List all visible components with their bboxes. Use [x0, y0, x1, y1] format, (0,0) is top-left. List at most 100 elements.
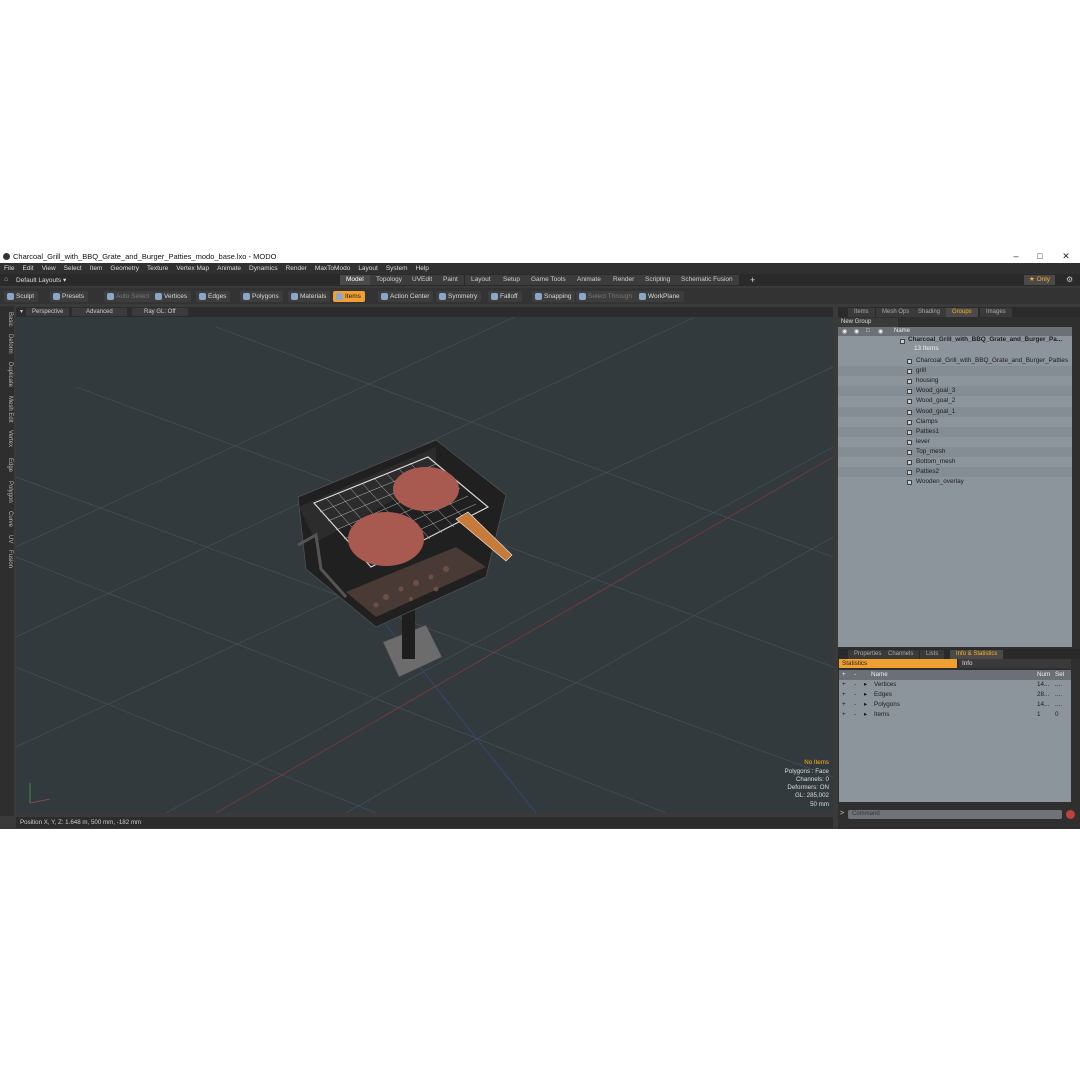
tab-setup[interactable]: Setup	[497, 275, 527, 285]
left-tab-curve[interactable]: Curve	[1, 508, 13, 530]
menu-edit[interactable]: Edit	[18, 263, 37, 274]
tab-uvedit[interactable]: UVEdit	[406, 275, 440, 285]
group-item-row[interactable]: Patties2	[838, 467, 1072, 478]
left-tab-edge[interactable]: Edge	[1, 454, 13, 476]
left-tab-basic[interactable]: Basic	[1, 308, 13, 330]
group-item-row[interactable]: Bottom_mesh	[838, 457, 1072, 467]
collapse-icon[interactable]: -	[854, 700, 856, 710]
statistics-row[interactable]: + - ▸ Polygons 14.......	[839, 700, 1071, 710]
left-tab-fusion[interactable]: Fusion	[1, 548, 13, 570]
menu-render[interactable]: Render	[282, 263, 311, 274]
collapse-icon[interactable]: -	[854, 690, 856, 700]
group-item-row[interactable]: Charcoal_Grill_with_BBQ_Grate_and_Burger…	[838, 356, 1072, 366]
menu-dynamics[interactable]: Dynamics	[245, 263, 282, 274]
ray-gl-dropdown[interactable]: Ray GL: Off	[132, 308, 188, 316]
stats-tab-lists[interactable]: Lists	[920, 650, 945, 659]
select-icon[interactable]: ◉	[878, 328, 883, 335]
toolbar-select-through[interactable]: Select Through	[576, 291, 636, 302]
perspective-dropdown[interactable]: Perspective	[26, 308, 70, 316]
menu-view[interactable]: View	[38, 263, 60, 274]
group-item-row[interactable]: Top_mesh	[838, 446, 1072, 457]
tab-animate[interactable]: Animate	[571, 275, 608, 285]
statistics-row[interactable]: + - ▸ Vertices 14.......	[839, 680, 1071, 690]
menu-item[interactable]: Item	[86, 263, 107, 274]
menu-select[interactable]: Select	[60, 263, 86, 274]
default-layouts-dropdown[interactable]: Default Layouts ▾	[16, 276, 66, 284]
tab-topology[interactable]: Topology	[370, 275, 410, 285]
group-item-row[interactable]: Patties1	[838, 426, 1072, 437]
render-icon[interactable]: □	[866, 328, 870, 334]
viewport-menu-icon[interactable]: ▾	[18, 308, 25, 316]
menu-animate[interactable]: Animate	[213, 263, 245, 274]
minimize-icon[interactable]: –	[1004, 250, 1028, 263]
statistics-tab[interactable]: Statistics	[839, 659, 957, 668]
menu-layout[interactable]: Layout	[354, 263, 382, 274]
menu-texture[interactable]: Texture	[143, 263, 172, 274]
group-item-row[interactable]: Wood_goal_1	[838, 406, 1072, 417]
left-tab-vertex[interactable]: Vertex	[1, 426, 13, 452]
tab-scripting[interactable]: Scripting	[639, 275, 678, 285]
toolbar-action-center[interactable]: Action Center	[378, 291, 434, 302]
group-item-row[interactable]: Wood_goal_3	[838, 386, 1072, 397]
group-item-row[interactable]: housing	[838, 376, 1072, 386]
left-tab-uv[interactable]: UV	[1, 532, 13, 546]
toolbar-vertices[interactable]: Vertices	[152, 291, 192, 302]
group-root-row[interactable]: Charcoal_Grill_with_BBQ_Grate_and_Burger…	[838, 336, 1072, 355]
menu-file[interactable]: File	[0, 263, 18, 274]
disclosure-icon[interactable]: ▸	[864, 680, 867, 690]
tab-render[interactable]: Render	[607, 275, 642, 285]
new-group-button[interactable]: New Group	[838, 318, 898, 327]
toolbar-polygons[interactable]: Polygons	[240, 291, 283, 302]
disclosure-icon[interactable]: ▸	[864, 690, 867, 700]
expand-icon[interactable]: +	[842, 710, 846, 720]
tab-model[interactable]: Model	[340, 275, 371, 285]
only-toggle[interactable]: ★ Only	[1024, 275, 1056, 285]
left-tab-duplicate[interactable]: Duplicate	[1, 358, 13, 392]
disclosure-icon[interactable]: ▸	[864, 710, 867, 720]
expand-icon[interactable]: +	[842, 680, 846, 690]
toolbar-auto-select[interactable]: Auto Select	[104, 291, 154, 302]
toolbar-symmetry[interactable]: Symmetry	[436, 291, 482, 302]
close-icon[interactable]: ✕	[1054, 250, 1078, 263]
groups-tab-shading[interactable]: Shading	[912, 308, 947, 317]
groups-tab-mesh-ops[interactable]: Mesh Ops	[876, 308, 916, 317]
eye-icon[interactable]: ◉	[842, 328, 847, 335]
expand-icon[interactable]: +	[842, 700, 846, 710]
menu-help[interactable]: Help	[412, 263, 433, 274]
toolbar-workplane[interactable]: WorkPlane	[636, 291, 684, 302]
group-item-row[interactable]: Wooden_overlay	[838, 477, 1072, 487]
disclosure-icon[interactable]: ▸	[864, 700, 867, 710]
tab-game-tools[interactable]: Game Tools	[525, 275, 573, 285]
toolbar-falloff[interactable]: Falloff	[488, 291, 522, 302]
expand-icon[interactable]: +	[842, 690, 846, 700]
group-item-row[interactable]: Clamps	[838, 417, 1072, 427]
menu-geometry[interactable]: Geometry	[106, 263, 143, 274]
stats-tab-channels[interactable]: Channels	[882, 650, 920, 659]
left-tab-polygon[interactable]: Polygon	[1, 478, 13, 506]
record-icon[interactable]	[1066, 810, 1075, 819]
command-input[interactable]: Command	[848, 810, 1062, 819]
group-item-row[interactable]: lever	[838, 437, 1072, 447]
toolbar-presets[interactable]: Presets	[50, 291, 89, 302]
tab-layout[interactable]: Layout	[465, 275, 498, 285]
gear-icon[interactable]: ⚙	[1066, 275, 1073, 284]
toolbar-sculpt[interactable]: Sculpt	[4, 291, 39, 302]
3d-viewport[interactable]: ✥↻⚲⤢⚙▸ No Items Polygons : Face Channels…	[16, 307, 833, 813]
maximize-icon[interactable]: □	[1028, 250, 1052, 263]
groups-tab-groups[interactable]: Groups	[946, 308, 978, 317]
add-tab-icon[interactable]: +	[750, 274, 755, 286]
statistics-row[interactable]: + - ▸ Edges 28.......	[839, 690, 1071, 700]
advanced-dropdown[interactable]: Advanced	[72, 308, 127, 316]
toolbar-materials[interactable]: Materials	[288, 291, 331, 302]
menu-system[interactable]: System	[382, 263, 412, 274]
info-tab[interactable]: Info	[959, 659, 1071, 668]
group-item-row[interactable]: Wood_goal_2	[838, 396, 1072, 406]
left-tab-mesh-edit[interactable]: Mesh Edit	[1, 394, 13, 424]
collapse-icon[interactable]: -	[854, 710, 856, 720]
menu-maxtomodo[interactable]: MaxToModo	[311, 263, 354, 274]
groups-tab-images[interactable]: Images	[980, 308, 1012, 317]
groups-tab-items[interactable]: Items	[848, 308, 875, 317]
toolbar-snapping[interactable]: Snapping	[532, 291, 576, 302]
collapse-icon[interactable]: -	[854, 680, 856, 690]
toolbar-items[interactable]: Items	[333, 291, 365, 302]
